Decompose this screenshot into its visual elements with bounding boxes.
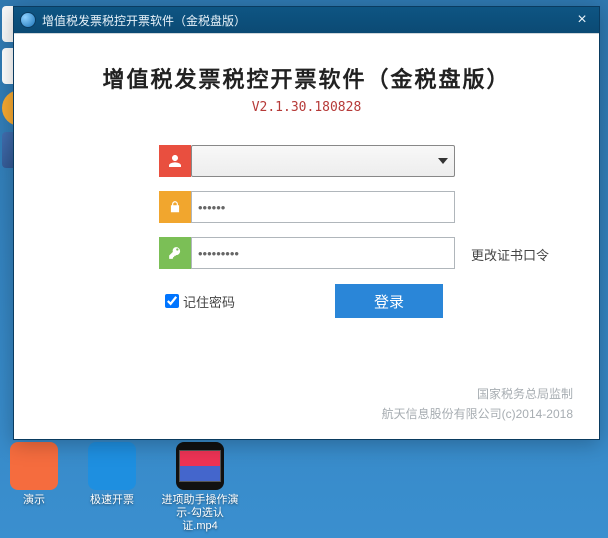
login-form: 更改证书口令 记住密码 登录 [159, 145, 539, 319]
login-button[interactable]: 登录 [335, 284, 443, 318]
action-row: 记住密码 登录 [159, 283, 539, 319]
app-icon [20, 12, 36, 28]
cert-row: 更改证书口令 [159, 237, 539, 271]
footer: 国家税务总局监制 航天信息股份有限公司(c)2014-2018 [382, 384, 573, 424]
lock-icon [159, 191, 191, 223]
close-button[interactable]: × [571, 9, 593, 31]
remember-checkbox-input[interactable] [165, 294, 179, 308]
app-title: 增值税发票税控开票软件（金税盘版） [14, 62, 599, 94]
close-icon: × [577, 11, 586, 28]
footer-line-2: 航天信息股份有限公司(c)2014-2018 [382, 404, 573, 424]
desktop-shortcut[interactable]: 演示 [4, 442, 64, 534]
bottom-icon-row: 演示 极速开票 进项助手操作演示-勾选认证.mp4 [0, 442, 604, 534]
footer-line-1: 国家税务总局监制 [382, 384, 573, 404]
window-title: 增值税发票税控开票软件（金税盘版） [42, 12, 246, 29]
app-icon [88, 442, 136, 490]
password-input[interactable] [191, 191, 455, 223]
cert-password-input[interactable] [191, 237, 455, 269]
title-bar: 增值税发票税控开票软件（金税盘版） × [14, 7, 599, 33]
login-content: 增值税发票税控开票软件（金税盘版） V2.1.30.180828 [14, 33, 599, 438]
username-select[interactable] [191, 145, 455, 177]
desktop-shortcut[interactable]: 进项助手操作演示-勾选认证.mp4 [160, 442, 240, 534]
desktop-shortcut[interactable]: 极速开票 [82, 442, 142, 534]
change-cert-link[interactable]: 更改证书口令 [471, 245, 549, 264]
key-icon [159, 237, 191, 269]
chevron-down-icon [438, 158, 448, 164]
password-row [159, 191, 539, 225]
app-version: V2.1.30.180828 [14, 100, 599, 115]
shortcut-label: 进项助手操作演示-勾选认证.mp4 [160, 494, 240, 533]
shortcut-label: 极速开票 [82, 494, 142, 507]
video-file-icon [176, 442, 224, 490]
app-icon [10, 442, 58, 490]
login-window: 增值税发票税控开票软件（金税盘版） × 增值税发票税控开票软件（金税盘版） V2… [13, 6, 600, 440]
remember-label: 记住密码 [183, 292, 235, 311]
username-row [159, 145, 539, 179]
user-icon [159, 145, 191, 177]
shortcut-label: 演示 [4, 494, 64, 507]
remember-password-checkbox[interactable]: 记住密码 [161, 291, 235, 311]
